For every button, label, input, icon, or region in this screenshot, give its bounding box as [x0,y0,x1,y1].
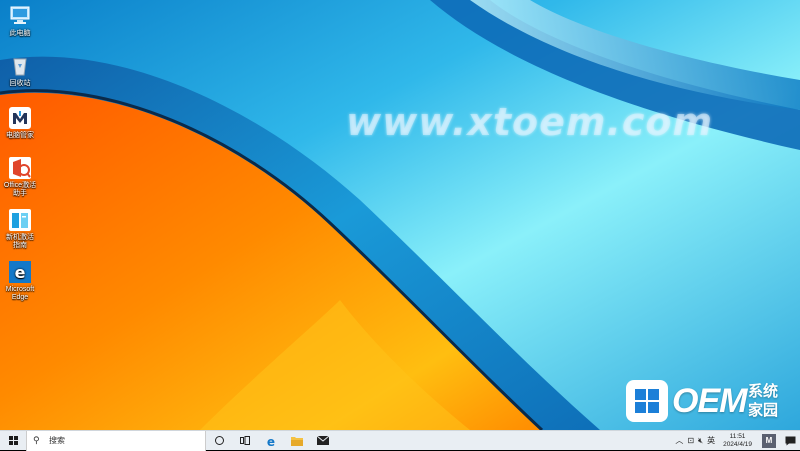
desktop-icon-label: 新机激活 指南 [6,234,34,249]
clock[interactable]: 11:51 2024/4/19 [717,433,758,449]
wallpaper-art [0,0,800,430]
watermark-text: www.xtoem.com [346,100,714,144]
cortana-button[interactable] [206,431,232,451]
clock-date: 2024/4/19 [723,440,752,448]
system-tray: ︿ ⊡ 🔇︎ 英 11:51 2024/4/19 M [673,431,800,451]
desktop-icon-label: Office激活 助手 [3,182,37,197]
search-placeholder: 搜索 [49,436,65,445]
desktop-icon-recycle-bin[interactable]: 回收站 [0,54,40,88]
notification-center-icon[interactable] [780,431,800,451]
desktop-icon-label: 电脑管家 [6,132,34,139]
edge-icon: e [8,260,32,284]
desktop-icon-label: 回收站 [9,80,31,87]
computer-icon [8,4,32,28]
recycle-bin-icon [8,54,32,78]
oem-logo: OEM 系统家园 [626,380,796,422]
desktop-icon-office-activator[interactable]: Office激活 助手 [0,156,40,198]
show-hidden-icons-chevron-icon[interactable]: ︿ [673,435,685,446]
taskbar: ⚲ 搜索 e ︿ ⊡ 🔇︎ 英 11:51 2024/4/19 M [0,430,800,451]
task-view-icon [240,436,250,445]
oem-logo-cn-text: 系统家园 [748,383,779,419]
taskbar-search-box[interactable]: ⚲ 搜索 [26,430,206,451]
pc-manager-tray-icon[interactable]: M [762,433,776,448]
folder-icon [291,436,303,446]
pc-manager-icon [8,106,32,130]
desktop-icon-label: 此电脑 [9,30,31,37]
start-button[interactable] [0,431,26,451]
task-view-button[interactable] [232,431,258,451]
volume-muted-icon[interactable]: 🔇︎ [696,436,705,446]
desktop-icon-edge[interactable]: e Microsoft Edge [0,260,40,302]
taskbar-mail-button[interactable] [310,431,336,451]
windows-logo-icon [635,389,659,413]
windows-start-icon [8,436,18,445]
windows-logo-tile [626,380,668,422]
guide-book-icon [8,208,32,232]
network-icon[interactable]: ⊡ [685,436,696,445]
taskbar-edge-button[interactable]: e [258,431,284,451]
cortana-circle-icon [214,436,224,445]
desktop-icon-pc-manager[interactable]: 电脑管家 [0,106,40,140]
desktop-icon-guide[interactable]: 新机激活 指南 [0,208,40,250]
clock-time: 11:51 [729,432,746,440]
svg-text:e: e [15,263,26,282]
desktop-icon-this-pc[interactable]: 此电脑 [0,4,40,38]
ime-indicator[interactable]: 英 [705,435,717,446]
mail-icon [317,436,329,445]
search-icon: ⚲ [33,435,40,445]
desktop-wallpaper: www.xtoem.com [0,0,800,430]
desktop-icon-label: Microsoft Edge [5,286,35,301]
taskbar-file-explorer-button[interactable] [284,431,310,451]
svg-text:e: e [267,435,275,447]
edge-icon: e [267,435,275,447]
oem-logo-text: OEM [672,382,747,420]
office-activator-icon [8,156,32,180]
